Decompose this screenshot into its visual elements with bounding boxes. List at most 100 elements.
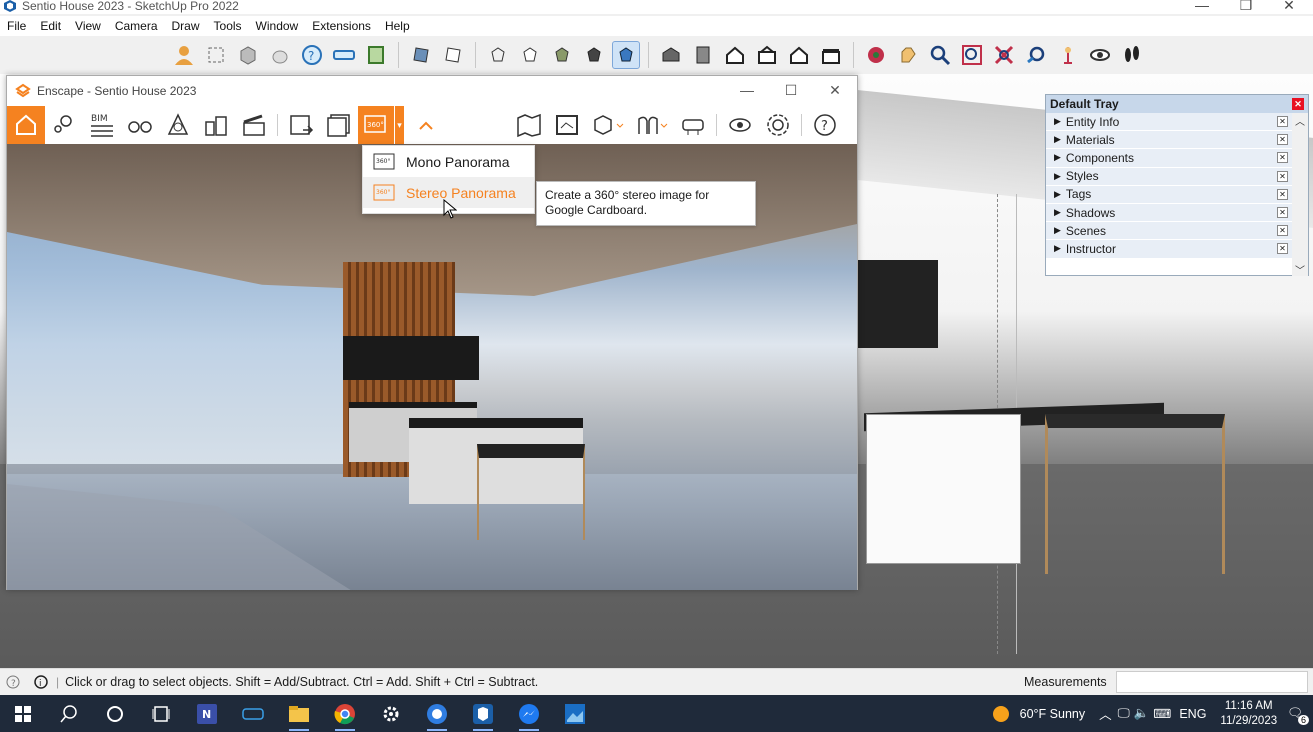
- chevron-up-tray-icon[interactable]: ︿: [1099, 704, 1112, 723]
- panel-close-icon[interactable]: ✕: [1277, 188, 1288, 200]
- help-bubble-icon[interactable]: ?: [298, 41, 326, 69]
- onenote-icon[interactable]: N: [184, 695, 230, 732]
- info-icon[interactable]: i: [34, 675, 48, 689]
- batch-render-icon[interactable]: [320, 106, 358, 144]
- sketchup-taskbar-icon[interactable]: [460, 695, 506, 732]
- monochrome-icon[interactable]: [612, 41, 640, 69]
- search-icon[interactable]: [46, 695, 92, 732]
- weather-text[interactable]: 60°F Sunny: [1020, 707, 1085, 721]
- menu-extensions[interactable]: Extensions: [305, 16, 378, 36]
- menu-item-mono-panorama[interactable]: 360° Mono Panorama: [363, 146, 534, 177]
- map-icon[interactable]: [510, 106, 548, 144]
- zoom-extents-red-icon[interactable]: [990, 41, 1018, 69]
- measurements-input[interactable]: [1116, 671, 1308, 693]
- binoculars-icon[interactable]: [121, 106, 159, 144]
- ruler-icon[interactable]: [330, 41, 358, 69]
- front-view-icon[interactable]: [721, 41, 749, 69]
- material-editor-icon[interactable]: [630, 106, 674, 144]
- zoom-window-icon[interactable]: [958, 41, 986, 69]
- menu-edit[interactable]: Edit: [33, 16, 68, 36]
- visual-settings-icon[interactable]: [721, 106, 759, 144]
- user-icon[interactable]: [170, 41, 198, 69]
- tray-panel-instructor[interactable]: ▶ Instructor ✕: [1046, 240, 1292, 259]
- tray-panel-shadows[interactable]: ▶ Shadows ✕: [1046, 203, 1292, 223]
- zoom-extents-icon[interactable]: [202, 41, 230, 69]
- language-indicator[interactable]: ENG: [1179, 707, 1206, 721]
- panel-close-icon[interactable]: ✕: [1277, 243, 1288, 255]
- chevron-up-icon[interactable]: [404, 106, 448, 144]
- app-blue-circle-icon[interactable]: [414, 695, 460, 732]
- atmosphere-icon[interactable]: [159, 106, 197, 144]
- chevron-down-icon[interactable]: ▾: [394, 106, 404, 144]
- panorama-360-icon[interactable]: 360°: [358, 106, 394, 144]
- menu-draw[interactable]: Draw: [165, 16, 207, 36]
- previous-view-icon[interactable]: [1022, 41, 1050, 69]
- file-explorer-icon[interactable]: [276, 695, 322, 732]
- iso-view-icon[interactable]: [657, 41, 685, 69]
- notification-icon[interactable]: 🗨 6: [1287, 706, 1309, 725]
- wireframe-icon[interactable]: [484, 41, 512, 69]
- assets-icon[interactable]: [197, 106, 235, 144]
- windows-start-icon[interactable]: [0, 695, 46, 732]
- box-icon[interactable]: [234, 41, 262, 69]
- clapperboard-icon[interactable]: [235, 106, 273, 144]
- shaded-icon[interactable]: [548, 41, 576, 69]
- minimized-app-icon[interactable]: [230, 695, 276, 732]
- tray-panel-tags[interactable]: ▶ Tags ✕: [1046, 185, 1292, 204]
- back-view-icon[interactable]: [785, 41, 813, 69]
- minimize-icon[interactable]: —: [1180, 0, 1224, 13]
- tray-scrollbar[interactable]: ︿ ﹀: [1292, 113, 1308, 277]
- clock[interactable]: 11:16 AM 11/29/2023: [1220, 699, 1277, 729]
- layer-icon[interactable]: [362, 41, 390, 69]
- tray-panel-materials[interactable]: ▶ Materials ✕: [1046, 131, 1292, 150]
- tray-close-icon[interactable]: ✕: [1292, 98, 1304, 110]
- help-icon[interactable]: ?: [806, 106, 844, 144]
- outline-face-icon[interactable]: [439, 41, 467, 69]
- chrome-icon[interactable]: [322, 695, 368, 732]
- panel-close-icon[interactable]: ✕: [1277, 134, 1288, 146]
- tray-panel-components[interactable]: ▶ Components ✕: [1046, 149, 1292, 168]
- menu-help[interactable]: Help: [378, 16, 417, 36]
- hidden-line-icon[interactable]: [516, 41, 544, 69]
- view-cube-icon[interactable]: [586, 106, 630, 144]
- screenshot-icon[interactable]: [282, 106, 320, 144]
- hand-icon[interactable]: [266, 41, 294, 69]
- scroll-up-icon[interactable]: ︿: [1292, 113, 1308, 128]
- close-icon[interactable]: ✕: [1267, 0, 1311, 14]
- look-around-icon[interactable]: [1086, 41, 1114, 69]
- enscape-close-icon[interactable]: ✕: [813, 82, 857, 99]
- geolocation-icon[interactable]: ?: [6, 675, 20, 689]
- zoom-icon[interactable]: [926, 41, 954, 69]
- enscape-minimize-icon[interactable]: —: [725, 82, 769, 98]
- bim-icon[interactable]: BIM: [83, 106, 121, 144]
- panel-close-icon[interactable]: ✕: [1277, 116, 1288, 128]
- menu-window[interactable]: Window: [249, 16, 306, 36]
- tray-panel-styles[interactable]: ▶ Styles ✕: [1046, 167, 1292, 186]
- messenger-icon[interactable]: [506, 695, 552, 732]
- location-pins-icon[interactable]: [45, 106, 83, 144]
- volume-icon[interactable]: 🔈: [1134, 706, 1150, 721]
- panel-close-icon[interactable]: ✕: [1277, 225, 1288, 237]
- top-view-icon[interactable]: [689, 41, 717, 69]
- task-view-icon[interactable]: [138, 695, 184, 732]
- render-window-icon[interactable]: [548, 106, 586, 144]
- vr-headset-icon[interactable]: [674, 106, 712, 144]
- network-icon[interactable]: 🖵: [1118, 706, 1130, 721]
- cortana-icon[interactable]: [92, 695, 138, 732]
- enscape-maximize-icon[interactable]: ☐: [769, 82, 813, 99]
- scroll-down-icon[interactable]: ﹀: [1292, 262, 1308, 277]
- tray-panel-entity-info[interactable]: ▶ Entity Info ✕: [1046, 113, 1292, 132]
- pan-icon[interactable]: [894, 41, 922, 69]
- right-view-icon[interactable]: [753, 41, 781, 69]
- panel-close-icon[interactable]: ✕: [1277, 152, 1288, 164]
- photos-icon[interactable]: [552, 695, 598, 732]
- left-view-icon[interactable]: [817, 41, 845, 69]
- settings-gear-icon[interactable]: [368, 695, 414, 732]
- position-camera-icon[interactable]: [1054, 41, 1082, 69]
- panel-close-icon[interactable]: ✕: [1277, 207, 1288, 219]
- menu-camera[interactable]: Camera: [108, 16, 165, 36]
- tray-panel-scenes[interactable]: ▶ Scenes ✕: [1046, 222, 1292, 241]
- orbit-icon[interactable]: [862, 41, 890, 69]
- menu-file[interactable]: File: [0, 16, 33, 36]
- walk-icon[interactable]: [1118, 41, 1146, 69]
